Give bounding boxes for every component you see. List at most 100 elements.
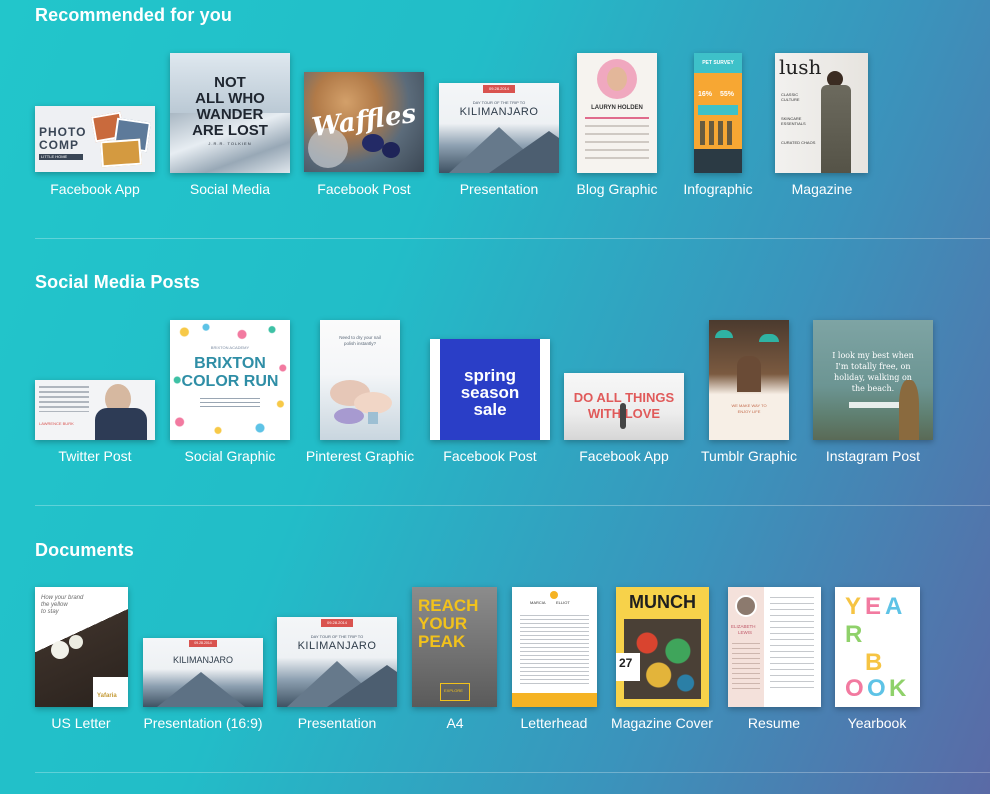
template-thumbnail: ELIZABETH LEWIS [728, 587, 821, 707]
thumb-text: YOUR [418, 614, 468, 633]
template-label: Letterhead [520, 715, 588, 731]
thumb-text: holiday, walking on [834, 373, 912, 382]
thumb-text: How your brand [41, 595, 84, 601]
template-thumbnail: 09.28.2014 DAY TOUR OF THE TRIP TO KILIM… [277, 617, 397, 707]
thumb-text: MARCIA [530, 600, 546, 605]
template-label: Facebook App [579, 448, 669, 464]
thumb-text: B [865, 649, 883, 676]
template-thumbnail: WE MAKE WAY TO ENJOY LIFE [709, 320, 789, 440]
template-thumbnail: LAWRENCE BURK [35, 380, 155, 440]
thumb-text: K [889, 675, 907, 702]
template-label: Tumblr Graphic [701, 448, 797, 464]
thumb-text: EXPLORE [444, 688, 463, 693]
template-label: Magazine [791, 181, 853, 197]
thumb-text: sale [473, 400, 507, 419]
thumb-text: 55% [720, 91, 735, 98]
thumb-text: O [845, 675, 864, 702]
thumb-text: ELLIOT [556, 600, 570, 605]
template-label: Yearbook [847, 715, 907, 731]
template-thumbnail: Y E A R B O O K [835, 587, 920, 707]
thumb-text: to stay [41, 609, 59, 615]
template-label: Magazine Cover [611, 715, 713, 731]
thumb-text: COLOR RUN [181, 373, 279, 390]
template-label: Blog Graphic [576, 181, 658, 197]
thumb-text: lush [779, 55, 822, 79]
template-thumbnail: lush CLASSIC CULTURE SKINCARE ESSENTIALS… [775, 53, 868, 173]
thumb-text: 09.28.2014 [194, 641, 212, 645]
template-thumbnail: PHOTO NOT ALL WHO WANDER ARE LOST J.R.R.… [170, 53, 290, 173]
thumb-text: NOT [214, 74, 246, 91]
thumb-text: 09.28.2014 [488, 86, 510, 91]
template-thumbnail: Need to dry your nail polish instantly? [320, 320, 400, 440]
template-thumbnail: 09.28.2014 DAY TOUR OF THE TRIP TO KILIM… [439, 83, 559, 173]
thumb-text: season [460, 383, 520, 402]
thumb-text: LAURYN HOLDEN [591, 105, 643, 111]
template-thumbnail: MUNCH 27 [616, 587, 709, 707]
template-label: A4 [446, 715, 464, 731]
template-label: Resume [747, 715, 801, 731]
template-thumbnail: REACH YOUR PEAK EXPLORE [412, 587, 497, 707]
thumb-text: ARE LOST [192, 122, 268, 139]
thumb-text: MUNCH [629, 592, 696, 612]
template-thumbnail: DO ALL THINGS WITH LOVE [564, 373, 684, 440]
thumb-text: KILIMANJARO [297, 640, 377, 652]
template-label: Facebook Post [443, 448, 537, 464]
template-thumbnail: spring season sale [430, 339, 550, 440]
section-title: Recommended for you [35, 5, 232, 25]
thumb-text: WE MAKE WAY TO [731, 403, 767, 408]
thumb-text: CURATED CHAOS [781, 140, 816, 145]
template-label: Social Media [189, 181, 271, 197]
thumb-text: LEWIS [738, 630, 753, 635]
thumb-text: PEAK [418, 632, 466, 651]
template-label: Presentation (16:9) [143, 715, 263, 731]
thumb-text: E [865, 593, 882, 620]
template-label: Infographic [683, 181, 753, 197]
template-label: Social Graphic [184, 448, 276, 464]
section-title: Documents [35, 540, 134, 560]
template-thumbnail: PET SURVEY 16% 55% [694, 53, 742, 173]
thumb-text: KILIMANJARO [172, 655, 233, 665]
template-thumbnail: LAURYN HOLDEN [577, 53, 657, 173]
thumb-text: Need to dry your nail [339, 335, 381, 340]
thumb-text: PET SURVEY [702, 60, 734, 66]
thumb-text: BRIXTON ACADEMY [210, 345, 250, 350]
thumb-text: Y [845, 593, 862, 620]
thumb-text: WANDER [196, 106, 264, 123]
template-label: Instagram Post [825, 448, 921, 464]
template-label: US Letter [51, 715, 111, 731]
template-thumbnail: Waffles [304, 72, 424, 172]
thumb-text: the yellow [41, 602, 68, 608]
thumb-text: SKINCARE ESSENTIALS [781, 116, 806, 126]
section-divider [35, 505, 990, 506]
thumb-text: ELIZABETH [731, 624, 756, 629]
thumb-text: KILIMANJARO [459, 106, 539, 118]
section-divider [35, 238, 990, 239]
thumb-text: I look my best when [832, 351, 914, 360]
thumb-text: ENJOY LIFE [737, 409, 761, 414]
thumb-text: REACH [418, 596, 479, 615]
thumb-text: R [845, 621, 863, 648]
template-thumbnail: I look my best when I'm totally free, on… [813, 320, 933, 440]
thumb-text: LAWRENCE BURK [39, 421, 74, 426]
template-thumbnail: How your brand the yellow to stay Yafari… [35, 587, 128, 707]
thumb-text: DO ALL THINGS [573, 390, 675, 405]
thumb-text: 27 [619, 656, 633, 670]
thumb-text: J.R.R. TOLKIEN [208, 141, 252, 146]
thumb-text: BRIXTON [194, 355, 266, 372]
template-label: Presentation [459, 181, 539, 197]
thumb-text: Yafaria [97, 693, 117, 699]
section-title: Social Media Posts [35, 272, 200, 292]
thumb-text: CLASSIC CULTURE [781, 92, 800, 102]
template-label: Twitter Post [58, 448, 132, 464]
template-thumbnail: 09.28.2014 KILIMANJARO [143, 638, 263, 707]
template-thumbnail: BRIXTON ACADEMY BRIXTON COLOR RUN [170, 320, 290, 440]
thumb-text: spring [464, 366, 516, 385]
thumb-text: LITTLE HOME [41, 154, 68, 159]
thumb-text: I'm totally free, on [835, 362, 911, 371]
thumb-text: A [885, 593, 903, 620]
template-thumbnail: PHOTO COMP LITTLE HOME [35, 106, 155, 172]
thumb-text: ALL WHO [195, 90, 265, 107]
thumb-text: 09.28.2014 [326, 620, 348, 625]
thumb-text: COMP [39, 138, 79, 152]
thumb-text: O [867, 675, 886, 702]
